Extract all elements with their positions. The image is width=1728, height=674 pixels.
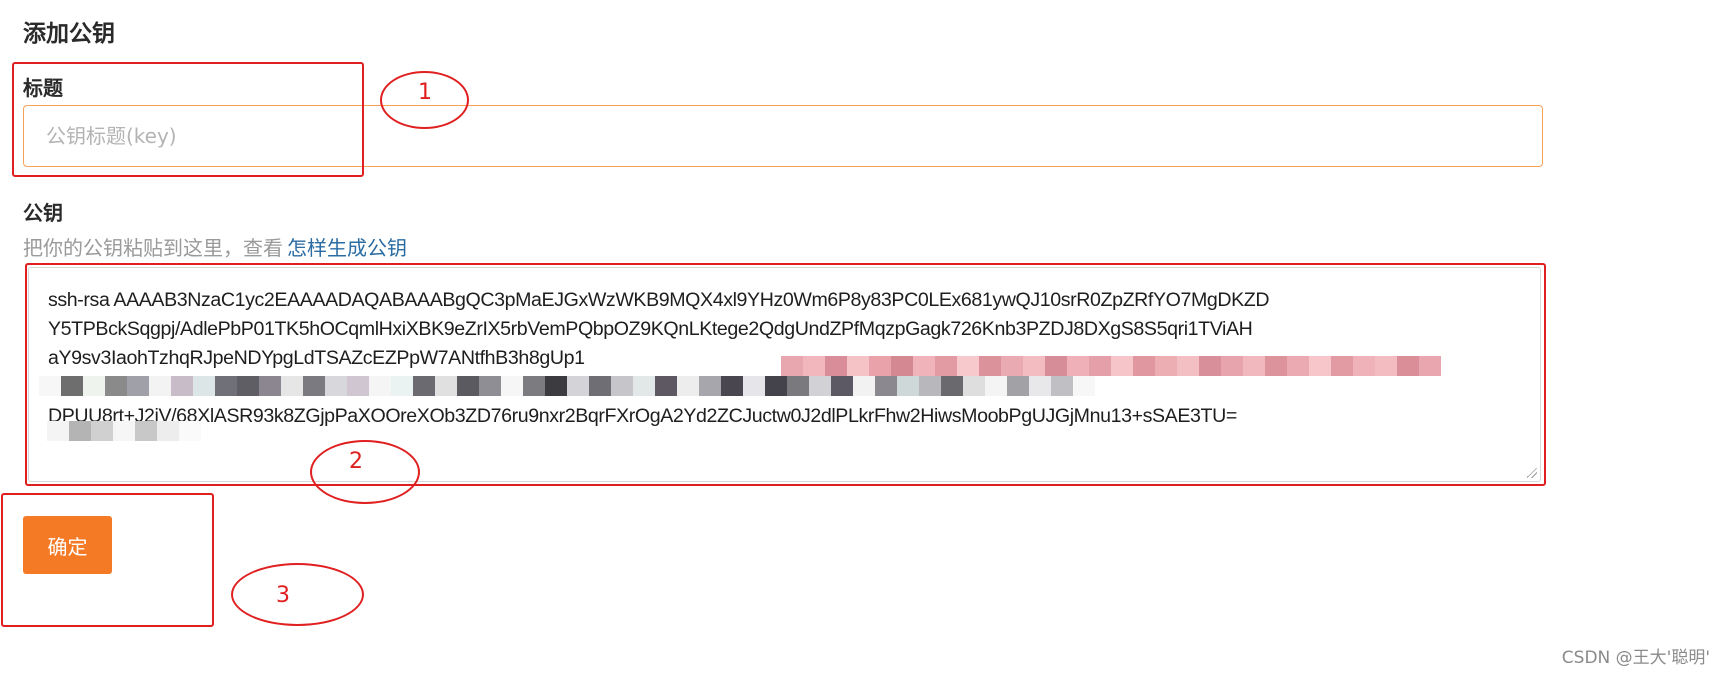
annotation-circle-3 [231,563,364,626]
how-to-generate-key-link[interactable]: 怎样生成公钥 [287,236,407,260]
public-key-field-label: 公钥 [23,201,63,225]
resize-handle-icon[interactable] [1527,468,1537,478]
key-title-input[interactable] [23,105,1543,167]
annotation-marker-1: 1 [418,80,432,105]
key-line-5: DPUU8rt+J2jV/68XlASR93k8ZGjpPaXOOreXOb3Z… [48,405,1237,427]
key-line-1: ssh-rsa AAAAB3NzaC1yc2EAAAADAQABAAABgQC3… [48,289,1270,311]
add-public-key-page: 添加公钥 标题 公钥 把你的公钥粘贴到这里，查看怎样生成公钥 ssh-rsa A… [0,0,1728,674]
title-field-label: 标题 [23,76,63,100]
annotation-marker-3: 3 [276,583,290,608]
key-line-2: Y5TPBckSqgpj/AdlePbP01TK5hOCqmlHxiXBK9eZ… [48,318,1253,340]
redaction-mosaic-gray [39,376,1095,396]
annotation-marker-2: 2 [349,449,363,474]
public-key-textarea[interactable]: ssh-rsa AAAAB3NzaC1yc2EAAAADAQABAAABgQC3… [28,267,1541,482]
public-key-hint: 把你的公钥粘贴到这里，查看 怎样生成公钥 [23,232,407,261]
confirm-button[interactable]: 确定 [23,516,112,574]
public-key-hint-text: 把你的公钥粘贴到这里，查看 [23,236,283,260]
page-title: 添加公钥 [23,21,115,47]
redaction-mosaic-pink [781,356,1441,376]
redaction-mosaic-small [47,421,201,441]
csdn-watermark: CSDN @王大'聪明' [1561,648,1710,668]
